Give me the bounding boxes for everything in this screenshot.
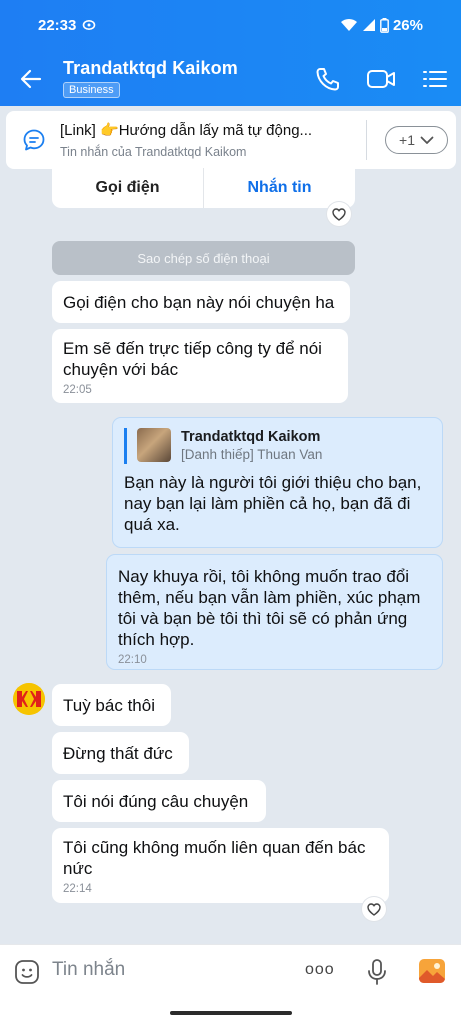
pinned-count: +1: [399, 132, 415, 148]
message-text: Đừng thất đức: [63, 744, 173, 763]
phone-icon[interactable]: [314, 66, 342, 92]
notification-icon: [83, 20, 96, 30]
quote-content: [Danh thiếp] Thuan Van: [181, 447, 323, 462]
message-bubble[interactable]: Gọi điện cho bạn này nói chuyện ha: [52, 281, 350, 323]
chevron-down-icon: [420, 136, 434, 144]
battery-icon: [380, 17, 389, 33]
status-indicators: 26%: [340, 17, 423, 34]
quote-text: Trandatktqd Kaikom [Danh thiếp] Thuan Va…: [181, 428, 322, 464]
pinned-text: [Link] 👉Hướng dẫn lấy mã tự động... Tin …: [60, 121, 350, 159]
pinned-message-bar[interactable]: [Link] 👉Hướng dẫn lấy mã tự động... Tin …: [6, 111, 456, 169]
divider: [366, 120, 367, 160]
quote-author: Trandatktqd Kaikom: [181, 429, 321, 445]
copy-phone-button[interactable]: Sao chép số điện thoại: [52, 241, 355, 275]
message-time: 22:10: [118, 654, 147, 666]
signal-icon: [362, 19, 375, 31]
message-bubble[interactable]: Tôi nói đúng câu chuyện: [52, 780, 266, 822]
nav-row: Trandatktqd Kaikom Business: [0, 58, 461, 98]
wifi-icon: [340, 18, 357, 31]
quote-thumbnail: [137, 428, 171, 462]
message-text: Tôi nói đúng câu chuyện: [63, 792, 249, 811]
status-time: 22:33: [38, 16, 77, 34]
message-input[interactable]: Tin nhắn: [52, 959, 125, 981]
message-text: Bạn này là người tôi giới thiệu cho bạn,…: [124, 473, 422, 534]
video-icon[interactable]: [366, 66, 396, 92]
message-bubble[interactable]: Đừng thất đức: [52, 732, 189, 774]
message-bubble-outgoing[interactable]: Trandatktqd Kaikom [Danh thiếp] Thuan Va…: [112, 417, 443, 548]
message-bubble[interactable]: Em sẽ đến trực tiếp công ty để nói chuyệ…: [52, 329, 348, 403]
message-time: 22:05: [63, 384, 92, 396]
card-message-button[interactable]: Nhắn tin: [204, 168, 355, 208]
message-text: Tuỳ bác thôi: [63, 696, 155, 715]
mic-icon[interactable]: [366, 958, 388, 986]
message-text: Em sẽ đến trực tiếp công ty để nói chuyệ…: [63, 339, 322, 379]
contact-name: Trandatktqd Kaikom: [63, 58, 238, 78]
business-badge: Business: [63, 82, 120, 98]
menu-icon[interactable]: [421, 66, 449, 92]
contact-title[interactable]: Trandatktqd Kaikom Business: [63, 58, 238, 98]
message-bubble[interactable]: Tuỳ bác thôi: [52, 684, 171, 726]
home-indicator: [170, 1011, 292, 1015]
status-bar: 22:33 26%: [38, 14, 423, 36]
battery-percent: 26%: [392, 16, 423, 34]
quoted-message[interactable]: Trandatktqd Kaikom [Danh thiếp] Thuan Va…: [124, 428, 431, 464]
heart-icon: [367, 902, 381, 916]
more-options-icon[interactable]: ooo: [305, 961, 335, 979]
heart-icon: [332, 207, 346, 221]
sender-logo-icon: [13, 683, 45, 715]
chat-bubble-icon: [23, 129, 45, 151]
reaction-button[interactable]: [362, 897, 386, 921]
back-arrow-icon[interactable]: [18, 66, 44, 92]
message-composer: Tin nhắn ooo: [0, 944, 461, 1024]
top-bar: 22:33 26% Trandatktqd Kaikom Business: [0, 0, 461, 106]
emoji-icon[interactable]: [14, 959, 40, 985]
pinned-title: [Link] 👉Hướng dẫn lấy mã tự động...: [60, 122, 313, 139]
message-text: Gọi điện cho bạn này nói chuyện ha: [63, 293, 335, 312]
message-time: 22:14: [63, 883, 92, 895]
image-icon[interactable]: [418, 958, 446, 984]
reaction-button[interactable]: [327, 202, 351, 226]
card-call-button[interactable]: Gọi điện: [52, 168, 204, 208]
contact-card-actions: Gọi điện Nhắn tin: [52, 168, 355, 208]
avatar[interactable]: [13, 683, 45, 715]
message-bubble[interactable]: Tôi cũng không muốn liên quan đến bác nứ…: [52, 828, 389, 903]
message-bubble-outgoing[interactable]: Nay khuya rồi, tôi không muốn trao đổi t…: [106, 554, 443, 670]
message-text: Nay khuya rồi, tôi không muốn trao đổi t…: [118, 567, 421, 649]
message-text: Tôi cũng không muốn liên quan đến bác nứ…: [63, 838, 366, 878]
pinned-expand-button[interactable]: +1: [385, 126, 448, 154]
pinned-subtitle: Tin nhắn của Trandatktqd Kaikom: [60, 145, 247, 159]
status-time-group: 22:33: [38, 17, 96, 34]
